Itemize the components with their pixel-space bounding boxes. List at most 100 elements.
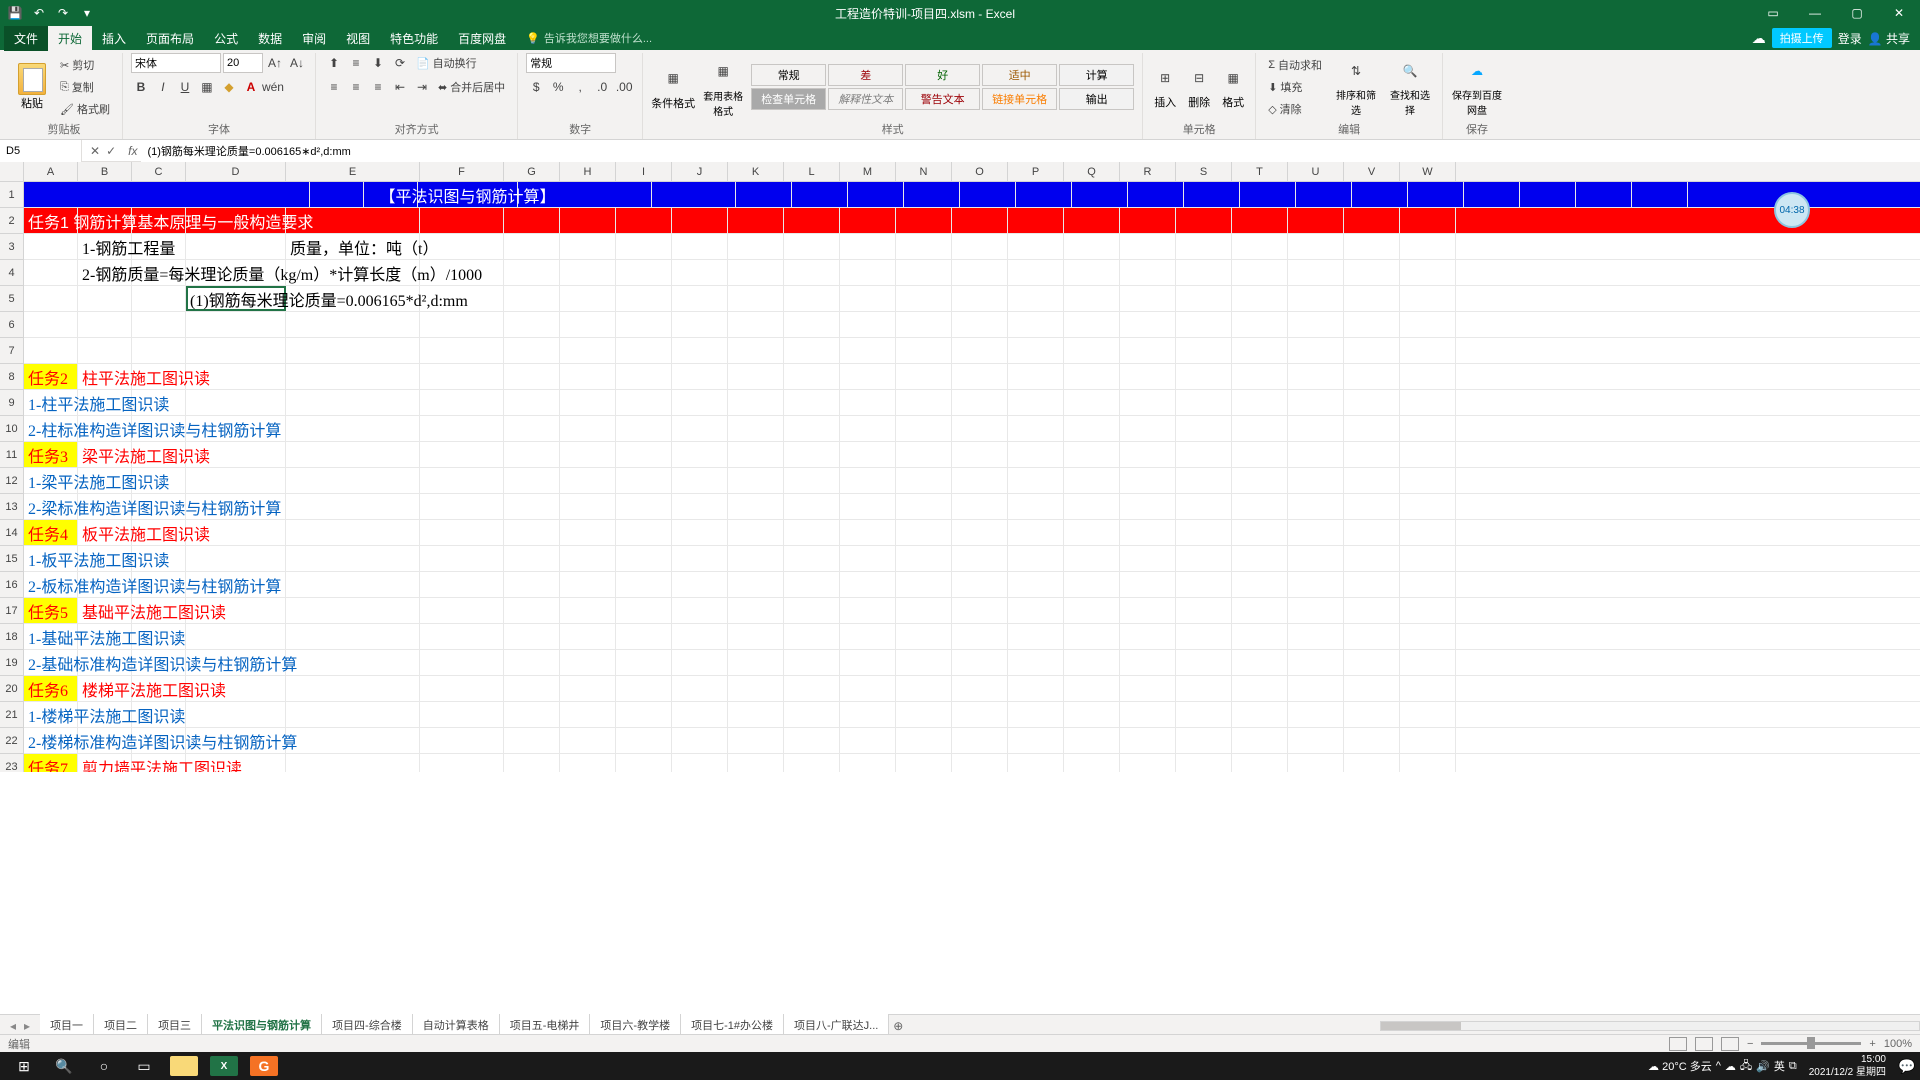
cell[interactable] <box>1064 338 1120 363</box>
cell[interactable] <box>1176 754 1232 772</box>
style-check[interactable]: 检查单元格 <box>751 88 826 110</box>
cell[interactable] <box>1232 676 1288 701</box>
cell[interactable] <box>560 572 616 597</box>
cell[interactable] <box>1176 468 1232 493</box>
row-header[interactable]: 14 <box>0 520 23 546</box>
percent-icon[interactable]: % <box>548 77 568 97</box>
cell[interactable] <box>896 286 952 311</box>
cell[interactable] <box>1064 260 1120 285</box>
cell[interactable] <box>840 494 896 519</box>
cell[interactable] <box>186 234 286 259</box>
style-calc[interactable]: 计算 <box>1059 64 1134 86</box>
cell[interactable] <box>1120 650 1176 675</box>
cell[interactable] <box>784 546 840 571</box>
cell[interactable] <box>616 520 672 545</box>
cell[interactable] <box>420 494 504 519</box>
cell[interactable] <box>784 754 840 772</box>
save-netdisk-button[interactable]: 保存到百度网盘 <box>1451 87 1503 117</box>
cell[interactable] <box>1400 520 1456 545</box>
cell[interactable] <box>286 468 420 493</box>
cell[interactable] <box>1120 390 1176 415</box>
cell[interactable] <box>1064 364 1120 389</box>
cell[interactable] <box>1288 598 1344 623</box>
cell[interactable] <box>952 208 1008 233</box>
sort-filter-button[interactable]: 排序和筛选 <box>1332 87 1380 117</box>
cell[interactable] <box>840 650 896 675</box>
cell[interactable] <box>504 208 560 233</box>
minimize-icon[interactable]: — <box>1794 0 1836 26</box>
row-header[interactable]: 11 <box>0 442 23 468</box>
col-header-L[interactable]: L <box>784 162 840 181</box>
cell[interactable] <box>672 650 728 675</box>
cell[interactable] <box>560 234 616 259</box>
cell[interactable] <box>896 468 952 493</box>
row-header[interactable]: 19 <box>0 650 23 676</box>
col-header-G[interactable]: G <box>504 162 560 181</box>
cell[interactable] <box>840 624 896 649</box>
cell[interactable] <box>560 598 616 623</box>
cell[interactable] <box>672 364 728 389</box>
cell[interactable] <box>728 676 784 701</box>
cell[interactable] <box>1400 260 1456 285</box>
cell[interactable] <box>1176 676 1232 701</box>
tellme-search[interactable]: 💡 告诉我您想要做什么... <box>526 30 652 46</box>
autosum-button[interactable]: Σ 自动求和 <box>1264 55 1326 75</box>
cell[interactable] <box>1176 624 1232 649</box>
cell[interactable] <box>896 754 952 772</box>
cell[interactable] <box>504 546 560 571</box>
cell[interactable] <box>504 364 560 389</box>
format-painter-button[interactable]: 🖌 格式刷 <box>56 99 114 119</box>
cell[interactable] <box>840 312 896 337</box>
cell[interactable] <box>1008 598 1064 623</box>
cell[interactable] <box>256 182 310 207</box>
cell[interactable] <box>616 546 672 571</box>
cell[interactable] <box>1288 728 1344 753</box>
cell[interactable] <box>896 208 952 233</box>
cell[interactable] <box>728 598 784 623</box>
format-cells-button[interactable]: 格式 <box>1222 94 1244 110</box>
cell[interactable] <box>952 442 1008 467</box>
cell[interactable] <box>1288 650 1344 675</box>
cell[interactable]: 任务1 钢筋计算基本原理与一般构造要求 <box>24 208 78 233</box>
cell[interactable] <box>616 208 672 233</box>
cell[interactable] <box>672 468 728 493</box>
cell[interactable] <box>840 572 896 597</box>
cell[interactable] <box>1344 442 1400 467</box>
cell[interactable] <box>1344 624 1400 649</box>
cell[interactable] <box>1408 182 1464 207</box>
cell[interactable] <box>784 702 840 727</box>
cell[interactable] <box>784 208 840 233</box>
col-header-H[interactable]: H <box>560 162 616 181</box>
cell[interactable] <box>1120 312 1176 337</box>
cell[interactable] <box>672 260 728 285</box>
cell[interactable] <box>904 182 960 207</box>
cell[interactable] <box>784 598 840 623</box>
cell[interactable] <box>1232 754 1288 772</box>
cell[interactable] <box>616 676 672 701</box>
cell[interactable] <box>560 702 616 727</box>
cell[interactable] <box>1232 364 1288 389</box>
cell[interactable] <box>24 312 78 337</box>
cell[interactable] <box>1576 182 1632 207</box>
cell[interactable] <box>784 286 840 311</box>
cell[interactable] <box>896 598 952 623</box>
cell[interactable] <box>672 624 728 649</box>
number-format-select[interactable] <box>526 53 616 73</box>
cell[interactable] <box>186 390 286 415</box>
cell[interactable] <box>132 338 186 363</box>
cell[interactable] <box>1176 442 1232 467</box>
cell[interactable] <box>1344 572 1400 597</box>
cell[interactable] <box>78 286 132 311</box>
cell[interactable] <box>286 624 420 649</box>
cell[interactable] <box>1176 312 1232 337</box>
cell[interactable] <box>1344 416 1400 441</box>
cell[interactable] <box>952 390 1008 415</box>
cell[interactable] <box>420 598 504 623</box>
cell[interactable] <box>1288 390 1344 415</box>
col-header-T[interactable]: T <box>1232 162 1288 181</box>
cell[interactable]: (1)钢筋每米理论质量=0.006165*d²,d:mm <box>186 286 286 311</box>
col-header-V[interactable]: V <box>1344 162 1400 181</box>
col-header-N[interactable]: N <box>896 162 952 181</box>
cell[interactable] <box>286 390 420 415</box>
conditional-format-button[interactable]: 条件格式 <box>651 95 695 111</box>
